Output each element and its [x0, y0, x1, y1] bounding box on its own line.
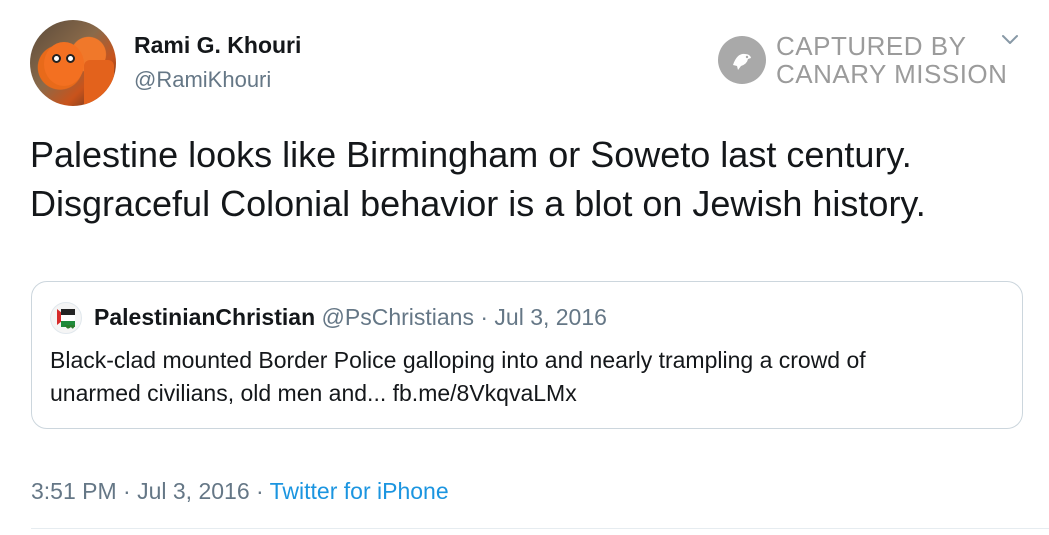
quoted-text: Black-clad mounted Border Police gallopi…	[50, 344, 1010, 410]
canary-mission-watermark: CAPTURED BY CANARY MISSION	[718, 32, 1007, 88]
divider	[31, 528, 1049, 529]
avatar-mascot-face	[44, 42, 84, 86]
avatar-person	[84, 60, 114, 106]
tweet-text-line: Disgraceful Colonial behavior is a blot …	[30, 183, 926, 224]
quoted-header: PalestinianChristian @PsChristians · Jul…	[94, 304, 607, 331]
tweet-source-link[interactable]: Twitter for iPhone	[270, 478, 449, 504]
canary-bird-icon	[718, 36, 766, 84]
author-display-name[interactable]: Rami G. Khouri	[134, 32, 301, 59]
quoted-text-line: Black-clad mounted Border Police gallopi…	[50, 347, 866, 373]
author-avatar[interactable]	[30, 20, 116, 106]
quoted-author-avatar	[50, 302, 82, 334]
quoted-display-name[interactable]: PalestinianChristian	[94, 304, 315, 330]
author-handle[interactable]: @RamiKhouri	[134, 67, 271, 93]
chevron-down-icon[interactable]	[1000, 30, 1020, 50]
tweet-text: Palestine looks like Birmingham or Sowet…	[30, 130, 1040, 228]
quoted-text-line: unarmed civilians, old men and... fb.me/…	[50, 380, 577, 406]
tweet-timestamp[interactable]: 3:51 PM · Jul 3, 2016 ·	[31, 478, 270, 504]
tweet-footer: 3:51 PM · Jul 3, 2016 · Twitter for iPho…	[31, 478, 449, 505]
quoted-meta: @PsChristians · Jul 3, 2016	[321, 304, 607, 330]
watermark-line1: CAPTURED BY	[776, 31, 967, 61]
tweet-card: Rami G. Khouri @RamiKhouri CAPTURED BY C…	[0, 0, 1049, 535]
tweet-text-line: Palestine looks like Birmingham or Sowet…	[30, 134, 912, 175]
watermark-line2: CANARY MISSION	[776, 59, 1008, 89]
quoted-tweet[interactable]: PalestinianChristian @PsChristians · Jul…	[31, 281, 1023, 429]
